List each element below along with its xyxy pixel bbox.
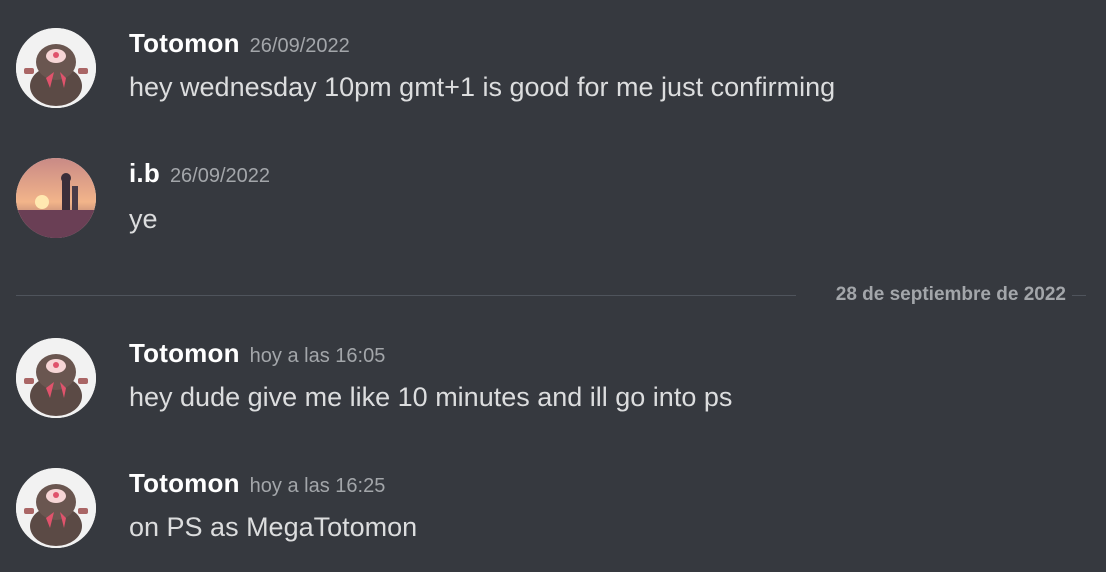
sunset-avatar-icon xyxy=(16,158,96,238)
totomon-avatar-icon xyxy=(16,468,96,548)
timestamp: 26/09/2022 xyxy=(249,35,350,57)
username[interactable]: i.b xyxy=(129,158,160,188)
timestamp: hoy a las 16:25 xyxy=(249,475,386,497)
message-content: on PS as MegaTotomon xyxy=(129,512,418,542)
username[interactable]: Totomon xyxy=(129,468,240,498)
message-content: hey wednesday 10pm gmt+1 is good for me … xyxy=(129,72,836,102)
date-divider-label: 28 de septiembre de 2022 xyxy=(835,284,1066,305)
user-avatar[interactable] xyxy=(16,338,96,418)
message-content: hey dude give me like 10 minutes and ill… xyxy=(129,382,733,412)
user-avatar[interactable] xyxy=(16,28,96,108)
user-avatar[interactable] xyxy=(16,158,96,238)
username[interactable]: Totomon xyxy=(129,28,240,58)
message-content: ye xyxy=(129,204,158,234)
totomon-avatar-icon xyxy=(16,28,96,108)
timestamp: hoy a las 16:05 xyxy=(249,345,386,367)
message-header: Totomon hoy a las 16:05 xyxy=(129,338,385,369)
divider-line xyxy=(1072,295,1086,296)
message-header: i.b 26/09/2022 xyxy=(129,158,270,189)
message-header: Totomon hoy a las 16:25 xyxy=(129,468,385,499)
divider-line xyxy=(16,295,796,296)
user-avatar[interactable] xyxy=(16,468,96,548)
date-divider: 28 de septiembre de 2022 xyxy=(16,284,1086,308)
totomon-avatar-icon xyxy=(16,338,96,418)
chat-message-list: Totomon 26/09/2022 hey wednesday 10pm gmt… xyxy=(0,0,1106,572)
username[interactable]: Totomon xyxy=(129,338,240,368)
timestamp: 26/09/2022 xyxy=(169,165,271,187)
message-header: Totomon 26/09/2022 xyxy=(129,28,350,59)
